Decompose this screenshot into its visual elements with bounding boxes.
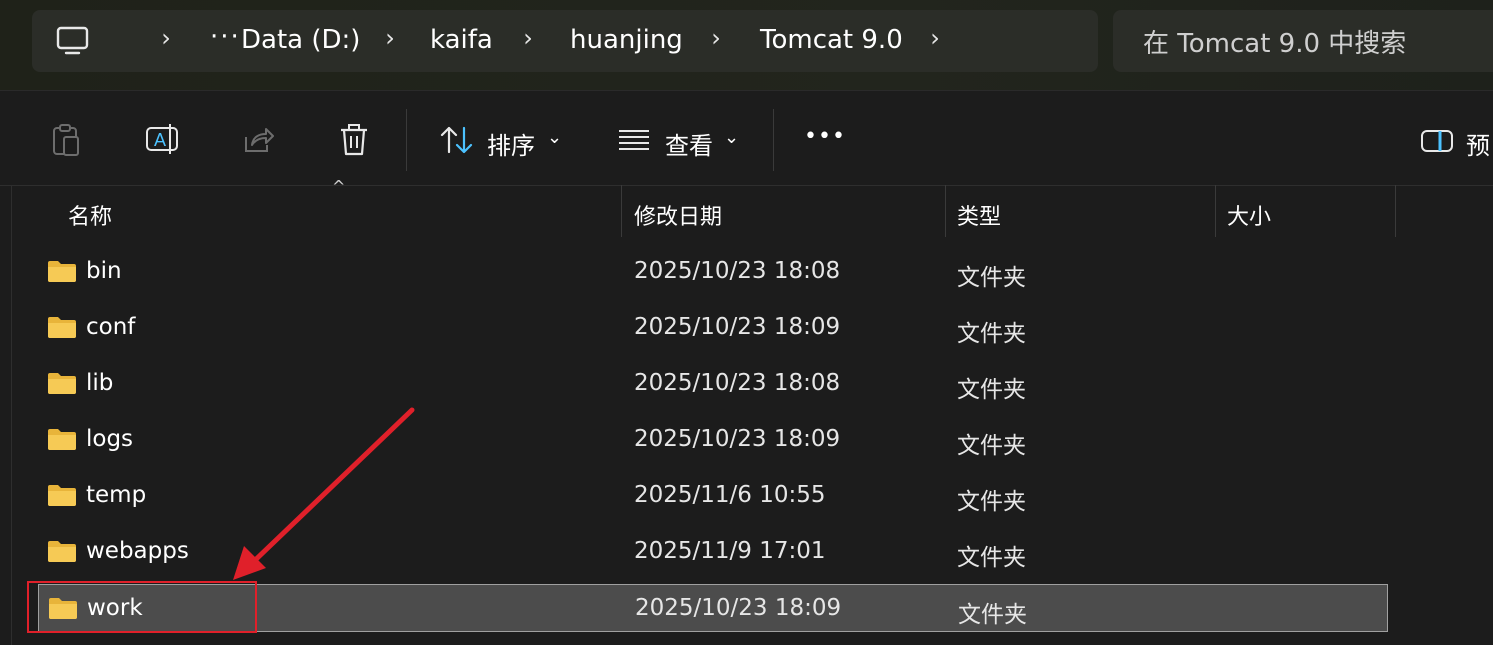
breadcrumb-ellipsis[interactable]: ···	[210, 22, 241, 52]
file-modified: 2025/10/23 18:09	[635, 595, 842, 621]
folder-icon	[47, 259, 77, 287]
command-bar: A 排序 ⌄ 查看 ⌄ ••• 预	[0, 90, 1493, 186]
search-box[interactable]: 在 Tomcat 9.0 中搜索	[1113, 10, 1493, 72]
column-header-type[interactable]: 类型	[957, 199, 1001, 231]
file-row[interactable]: conf 2025/10/23 18:09 文件夹	[38, 304, 1388, 352]
file-row[interactable]: lib 2025/10/23 18:08 文件夹	[38, 360, 1388, 408]
view-icon[interactable]	[618, 129, 650, 155]
file-row[interactable]: logs 2025/10/23 18:09 文件夹	[38, 416, 1388, 464]
chevron-right-icon[interactable]: ›	[156, 24, 176, 52]
nav-pane-divider	[11, 185, 12, 645]
chevron-right-icon[interactable]: ›	[380, 24, 400, 52]
column-divider[interactable]	[945, 185, 946, 237]
preview-button[interactable]: 预	[1466, 126, 1490, 161]
file-type: 文件夹	[957, 433, 1026, 459]
breadcrumb-kaifa[interactable]: kaifa	[430, 25, 493, 55]
sort-icon[interactable]	[440, 125, 474, 159]
title-area: › ··· Data (D:) › kaifa › huanjing › Tom…	[0, 0, 1493, 90]
sort-button[interactable]: 排序	[487, 126, 535, 161]
column-header-modified[interactable]: 修改日期	[634, 199, 722, 231]
file-modified: 2025/10/23 18:08	[634, 258, 841, 284]
file-type: 文件夹	[957, 489, 1026, 515]
chevron-right-icon[interactable]: ›	[518, 24, 538, 52]
delete-icon[interactable]	[338, 123, 370, 161]
breadcrumb-tomcat[interactable]: Tomcat 9.0	[760, 25, 903, 55]
folder-icon	[47, 427, 77, 455]
chevron-right-icon[interactable]: ›	[925, 24, 945, 52]
file-type: 文件夹	[957, 545, 1026, 571]
folder-icon	[47, 371, 77, 399]
column-header-size[interactable]: 大小	[1227, 199, 1271, 231]
toolbar-divider	[773, 109, 774, 171]
svg-text:A: A	[154, 130, 166, 150]
rename-icon[interactable]: A	[145, 123, 181, 159]
file-type: 文件夹	[957, 377, 1026, 403]
more-options-button[interactable]: •••	[804, 124, 846, 149]
file-name: conf	[86, 314, 136, 340]
sort-indicator-icon: ^	[332, 177, 346, 196]
share-icon[interactable]	[243, 125, 275, 159]
chevron-down-icon[interactable]: ⌄	[547, 127, 562, 148]
folder-icon	[47, 483, 77, 511]
file-name: logs	[86, 426, 134, 452]
view-button[interactable]: 查看	[665, 126, 713, 161]
address-bar[interactable]: › ··· Data (D:) › kaifa › huanjing › Tom…	[32, 10, 1098, 72]
file-type: 文件夹	[958, 602, 1027, 628]
file-row[interactable]: temp 2025/11/6 10:55 文件夹	[38, 472, 1388, 520]
annotation-highlight-box	[27, 581, 257, 633]
paste-icon[interactable]	[50, 123, 82, 161]
file-modified: 2025/10/23 18:09	[634, 314, 841, 340]
column-divider[interactable]	[621, 185, 622, 237]
file-modified: 2025/10/23 18:08	[634, 370, 841, 396]
column-header-name[interactable]: 名称	[68, 199, 112, 231]
toolbar-divider	[406, 109, 407, 171]
file-name: lib	[86, 370, 114, 396]
breadcrumb-huanjing[interactable]: huanjing	[570, 25, 683, 55]
file-name: temp	[86, 482, 147, 508]
search-input[interactable]: 在 Tomcat 9.0 中搜索	[1143, 23, 1406, 60]
file-row[interactable]: bin 2025/10/23 18:08 文件夹	[38, 248, 1388, 296]
chevron-right-icon[interactable]: ›	[706, 24, 726, 52]
file-name: webapps	[86, 538, 189, 564]
column-divider[interactable]	[1215, 185, 1216, 237]
file-row[interactable]: webapps 2025/11/9 17:01 文件夹	[38, 528, 1388, 576]
file-modified: 2025/11/6 10:55	[634, 482, 826, 508]
file-modified: 2025/10/23 18:09	[634, 426, 841, 452]
file-type: 文件夹	[957, 321, 1026, 347]
file-modified: 2025/11/9 17:01	[634, 538, 826, 564]
file-name: bin	[86, 258, 122, 284]
folder-icon	[47, 315, 77, 343]
file-type: 文件夹	[957, 265, 1026, 291]
column-divider[interactable]	[1395, 185, 1396, 237]
folder-icon	[47, 539, 77, 567]
chevron-down-icon[interactable]: ⌄	[724, 127, 739, 148]
preview-pane-icon[interactable]	[1420, 129, 1454, 157]
column-header: ^ 名称 修改日期 类型 大小	[0, 177, 1493, 237]
computer-icon[interactable]	[56, 26, 90, 60]
breadcrumb-data-drive[interactable]: Data (D:)	[241, 25, 360, 55]
